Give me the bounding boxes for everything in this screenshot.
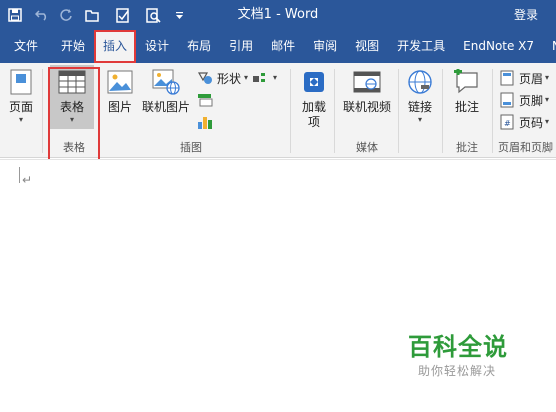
undo-icon[interactable] [30,0,54,30]
chevron-down-icon: ▾ [545,95,550,104]
header-icon [498,69,516,87]
group-divider [290,69,291,153]
chevron-down-icon: ▾ [417,115,422,124]
screenshot-icon [196,91,214,109]
tab-endnote[interactable]: EndNote X7 [454,30,543,63]
paragraph-mark: ↵ [22,173,33,187]
group-divider [42,69,43,153]
page-number-button[interactable]: # 页码 ▾ [498,111,549,133]
link-icon [405,67,435,97]
comments-group: 批注 批注 [446,63,488,157]
links-button[interactable]: 链接 ▾ [404,67,436,125]
svg-text:#: # [504,119,511,128]
addins-button[interactable]: 加载 项 [298,67,330,130]
addins-label-2: 项 [307,115,320,129]
chevron-down-icon: ▾ [545,117,550,126]
video-icon [352,67,382,97]
footer-icon [498,91,516,109]
chevron-down-icon: ▾ [273,73,278,82]
online-video-label: 联机视频 [342,100,391,114]
header-button[interactable]: 页眉 ▾ [498,67,549,89]
tab-review[interactable]: 审阅 [304,30,346,63]
comment-label: 批注 [454,100,479,114]
header-footer-group-label: 页眉和页脚 [498,141,553,154]
check-doc-icon[interactable] [108,0,138,30]
addins-label-1: 加载 [301,100,326,114]
pages-button[interactable]: 页面 ▾ [5,67,37,125]
page-number-icon: # [498,113,516,131]
watermark: 百科全说 助你轻松解决 [408,332,528,379]
group-divider [492,69,493,153]
header-footer-group: 页眉 ▾ 页脚 ▾ # 页码 ▾ 页眉和页脚 [494,63,556,157]
picture-label: 图片 [107,100,132,114]
tab-file[interactable]: 文件 [0,30,52,63]
quick-access-toolbar [0,0,190,30]
tab-mailings[interactable]: 邮件 [262,30,304,63]
watermark-title: 百科全说 [408,333,508,361]
tab-design[interactable]: 设计 [136,30,178,63]
header-label: 页眉 [519,71,544,86]
pages-icon [6,67,36,97]
tab-developer[interactable]: 开发工具 [388,30,454,63]
comment-button[interactable]: 批注 [451,67,483,115]
chart-button[interactable] [196,111,217,133]
footer-label: 页脚 [519,93,544,108]
links-label: 链接 [407,100,432,114]
comments-group-label: 批注 [456,141,478,154]
store-icon [299,67,329,97]
ribbon-tabs: 文件 开始 插入 设计 布局 引用 邮件 审阅 视图 开发工具 EndNote … [0,30,556,63]
group-divider [442,69,443,153]
text-cursor [19,167,20,183]
chart-icon [196,113,214,131]
sign-in-link[interactable]: 登录 [514,0,538,30]
tab-home[interactable]: 开始 [52,30,94,63]
group-divider [398,69,399,153]
customize-icon[interactable] [168,0,190,30]
chevron-down-icon: ▾ [18,115,23,124]
document-top-border [0,159,556,160]
smartart-button[interactable]: ▾ [252,67,277,89]
redo-icon[interactable] [54,0,78,30]
screenshot-button[interactable] [196,89,217,111]
tab-view[interactable]: 视图 [346,30,388,63]
illustrations-group-label: 插图 [180,141,202,154]
illustrations-group: 图片 联机图片 形状 ▾ ▾ 插图 [102,63,280,157]
page-number-label: 页码 [519,115,544,130]
comment-icon [452,67,482,97]
tab-references[interactable]: 引用 [220,30,262,63]
shapes-button[interactable]: 形状 ▾ [196,67,248,89]
chevron-down-icon: ▾ [545,73,550,82]
tab-insert[interactable]: 插入 [94,30,137,63]
smartart-icon [252,69,270,87]
online-video-button[interactable]: 联机视频 [340,67,394,115]
pages-label: 页面 [8,100,33,114]
save-icon[interactable] [0,0,30,30]
table-group-highlight [48,67,100,162]
online-picture-icon [151,67,181,97]
media-group: 联机视频 媒体 [338,63,396,157]
chevron-down-icon: ▾ [244,73,249,82]
online-picture-label: 联机图片 [141,100,190,114]
open-folder-icon[interactable] [78,0,108,30]
title-bar: 文档1 - Word 登录 [0,0,556,30]
shapes-label: 形状 [217,71,242,86]
group-divider [334,69,335,153]
shapes-icon [196,69,214,87]
online-picture-button[interactable]: 联机图片 [140,67,192,115]
media-group-label: 媒体 [356,141,378,154]
picture-icon [105,67,135,97]
print-preview-icon[interactable] [138,0,168,30]
watermark-subtitle: 助你轻松解决 [418,364,497,378]
tab-noteexpress[interactable]: NoteExp [543,30,556,63]
footer-button[interactable]: 页脚 ▾ [498,89,549,111]
tab-layout[interactable]: 布局 [178,30,220,63]
picture-button[interactable]: 图片 [104,67,136,115]
